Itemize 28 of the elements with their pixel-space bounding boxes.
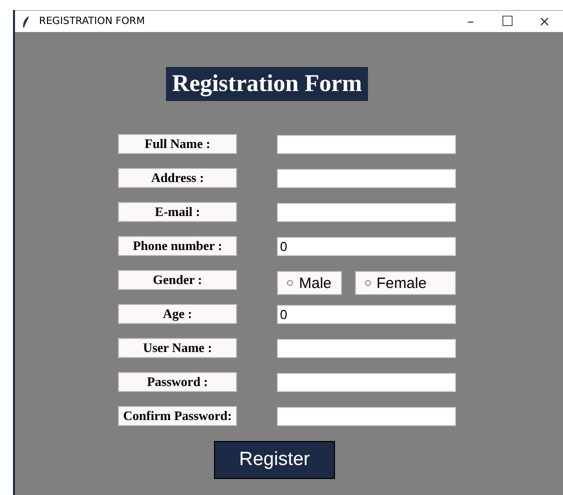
input-field[interactable] (277, 338, 456, 358)
field-label: Phone number : (118, 236, 237, 256)
register-button[interactable]: Register (214, 441, 335, 479)
input-field[interactable]: 0 (277, 304, 456, 324)
field-label: Age : (118, 304, 237, 324)
input-field[interactable] (277, 406, 456, 426)
input-field[interactable] (277, 372, 456, 392)
field-label: Gender : (118, 270, 237, 290)
input-field[interactable] (277, 202, 456, 222)
maximize-button[interactable]: ☐ (489, 14, 526, 30)
field-label: Full Name : (118, 134, 237, 154)
field-label: Address : (118, 168, 237, 188)
field-label: Password : (118, 372, 237, 392)
minimize-button[interactable]: – (452, 14, 489, 30)
field-label: E-mail : (118, 202, 237, 222)
field-label: User Name : (118, 338, 237, 358)
input-field[interactable] (277, 168, 456, 188)
form-heading: Registration Form (166, 67, 368, 101)
radio-icon[interactable] (364, 280, 371, 286)
field-label: Confirm Password: (118, 406, 237, 426)
radio-option[interactable]: Male (277, 271, 342, 295)
radio-option[interactable]: Female (354, 271, 456, 295)
input-field[interactable] (277, 134, 456, 154)
close-button[interactable]: × (526, 14, 563, 30)
feather-icon (22, 16, 30, 28)
window-title: REGISTRATION FORM (39, 16, 146, 27)
radio-icon[interactable] (287, 280, 293, 286)
input-field[interactable]: 0 (277, 236, 456, 256)
